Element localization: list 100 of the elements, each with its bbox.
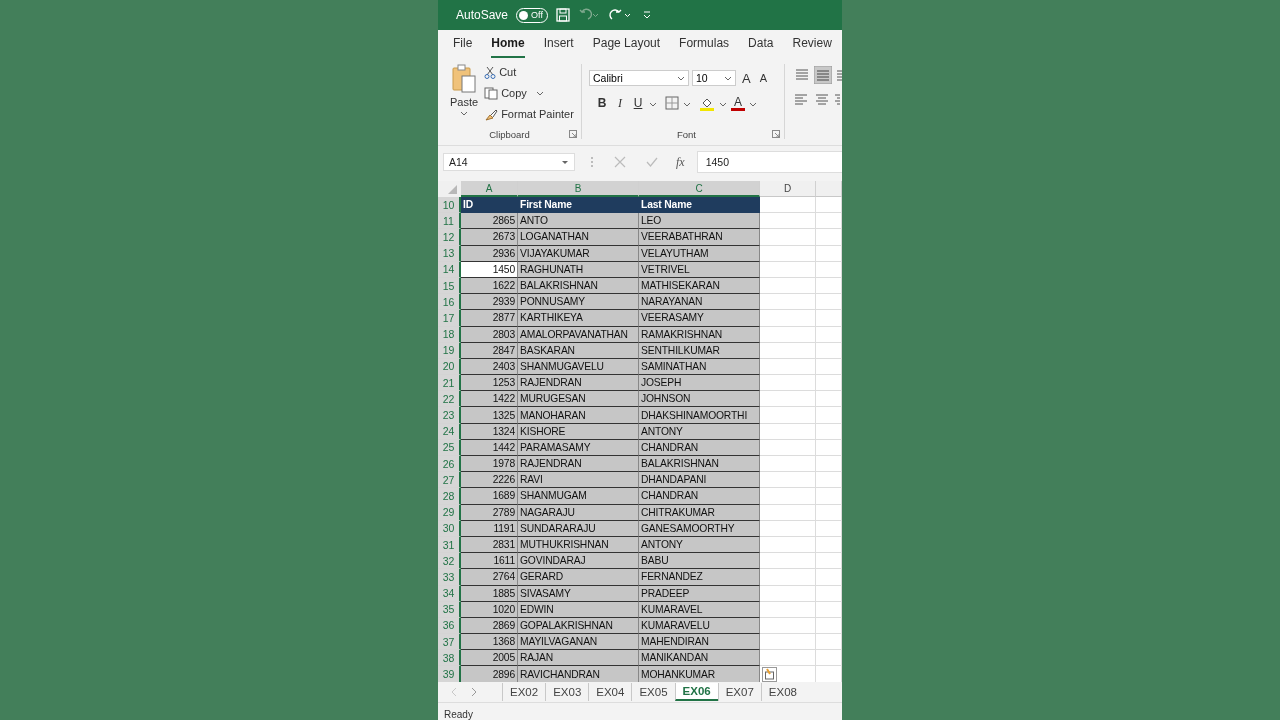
table-cell[interactable]: RAJAN [518,650,639,667]
ribbon-tab[interactable]: Page Layout [592,36,661,58]
sheet-tab[interactable]: EX04 [588,683,632,701]
dialog-launcher-icon[interactable] [772,130,780,138]
insert-function-button[interactable]: fx [676,154,685,170]
column-header[interactable]: C [639,181,760,197]
table-cell[interactable]: SHANMUGAM [518,488,639,505]
name-box[interactable]: A14 [443,153,575,171]
font-size-dropdown[interactable]: 10 [692,70,736,86]
table-cell[interactable]: VEERABATHRAN [639,229,760,246]
format-painter-button[interactable]: Format Painter [484,106,574,122]
table-cell[interactable]: 2877 [461,310,518,327]
table-cell[interactable]: NARAYANAN [639,294,760,311]
align-right-icon[interactable] [834,93,840,107]
customize-icon[interactable] [641,9,652,21]
column-header[interactable]: B [518,181,639,197]
empty-cell[interactable] [816,261,842,278]
empty-cell[interactable] [816,342,842,359]
table-cell[interactable]: 2865 [461,213,518,230]
next-sheet-icon[interactable] [470,687,478,697]
row-header[interactable]: 28 [438,488,461,505]
empty-cell[interactable] [816,472,842,489]
table-cell[interactable]: RAVICHANDRAN [518,666,639,682]
cancel-icon[interactable] [614,156,626,168]
table-cell[interactable]: BALAKRISHNAN [639,456,760,473]
table-cell[interactable]: 2939 [461,294,518,311]
table-cell[interactable]: 2005 [461,650,518,667]
copy-button[interactable]: Copy [484,85,574,101]
italic-button[interactable]: I [613,96,627,111]
table-cell[interactable]: MANIKANDAN [639,650,760,667]
table-cell[interactable]: DHANDAPANI [639,472,760,489]
align-left-icon[interactable] [794,93,810,107]
table-cell[interactable]: 1253 [461,375,518,392]
formula-field[interactable]: 1450 [696,151,842,173]
table-cell[interactable]: GOVINDARAJ [518,553,639,570]
table-cell[interactable]: RAJENDRAN [518,375,639,392]
bold-button[interactable]: B [595,96,609,110]
ribbon-tab[interactable]: Data [748,36,774,58]
empty-cell[interactable] [816,553,842,570]
row-header[interactable]: 38 [438,650,461,667]
table-cell[interactable]: LOGANATHAN [518,229,639,246]
table-cell[interactable]: MURUGESAN [518,391,639,408]
ribbon-tab[interactable]: Insert [543,36,574,58]
empty-cell[interactable] [816,407,842,424]
quick-analysis-icon[interactable] [762,666,777,682]
borders-icon[interactable] [665,96,679,110]
sheet-tab[interactable]: EX02 [502,683,546,701]
row-header[interactable]: 12 [438,229,461,246]
empty-cell[interactable] [816,294,842,311]
font-color-button[interactable]: A [731,96,745,111]
table-cell[interactable]: VEERASAMY [639,310,760,327]
table-cell[interactable]: DHAKSHINAMOORTHI [639,407,760,424]
row-header[interactable]: 16 [438,294,461,311]
ribbon-tab[interactable]: Formulas [679,36,730,58]
enter-icon[interactable] [646,156,658,168]
row-header[interactable]: 27 [438,472,461,489]
table-cell[interactable]: ANTO [518,213,639,230]
empty-cell[interactable] [816,456,842,473]
empty-cell[interactable] [816,650,842,667]
table-cell[interactable]: JOHNSON [639,391,760,408]
table-cell[interactable]: MAYILVAGANAN [518,634,639,651]
align-top-icon[interactable] [794,68,810,82]
ribbon-tab[interactable]: File [453,36,473,58]
table-cell[interactable]: 2764 [461,569,518,586]
sheet-tab[interactable]: EX03 [545,683,589,701]
empty-cell[interactable] [816,520,842,537]
empty-cell[interactable] [816,391,842,408]
table-cell[interactable]: MOHANKUMAR [639,666,760,682]
sheet-tab[interactable]: EX07 [717,683,761,701]
empty-cell[interactable] [816,229,842,246]
empty-cell[interactable] [816,423,842,440]
column-header[interactable]: A [461,181,518,197]
row-header[interactable]: 32 [438,553,461,570]
row-header[interactable]: 11 [438,213,461,230]
dialog-launcher-icon[interactable] [569,130,577,138]
row-header[interactable]: 33 [438,569,461,586]
empty-cell[interactable] [816,617,842,635]
paste-button[interactable]: Paste [438,64,485,123]
empty-cell[interactable] [816,245,842,262]
row-header[interactable]: 17 [438,310,461,327]
table-cell[interactable]: 1368 [461,634,518,651]
underline-button[interactable]: U [631,96,645,110]
row-header[interactable]: 23 [438,407,461,424]
table-cell[interactable]: BABU [639,553,760,570]
table-cell[interactable]: 2226 [461,472,518,489]
table-cell[interactable]: 1422 [461,391,518,408]
table-cell[interactable]: RAJENDRAN [518,456,639,473]
empty-cell[interactable] [816,504,842,521]
table-cell[interactable]: PONNUSAMY [518,294,639,311]
empty-cell[interactable] [816,326,842,343]
empty-cell[interactable] [816,488,842,505]
table-cell[interactable]: MANOHARAN [518,407,639,424]
row-header[interactable]: 22 [438,391,461,408]
table-cell[interactable]: 2673 [461,229,518,246]
align-middle-icon[interactable] [814,66,832,84]
empty-cell[interactable] [816,536,842,554]
column-header[interactable] [816,181,842,197]
ribbon-tab[interactable]: Home [491,36,525,58]
empty-cell[interactable] [816,634,842,651]
row-header[interactable]: 26 [438,456,461,473]
